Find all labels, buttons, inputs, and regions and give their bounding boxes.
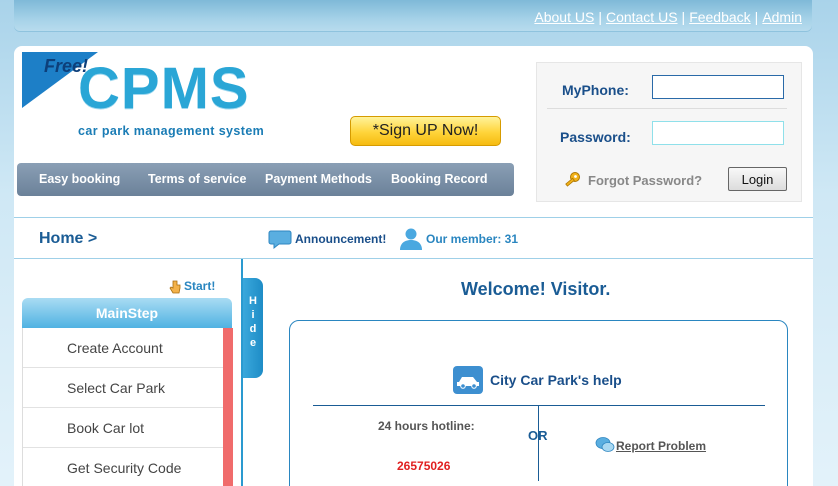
step-label: Get Security Code [67,460,182,476]
step-label: Create Account [67,340,163,356]
help-vertical-divider [538,405,539,481]
login-button[interactable]: Login [728,167,787,191]
member-count: Our member: 31 [426,232,519,246]
help-box: City Car Park's help 24 hours hotline: 2… [289,320,788,486]
login-divider [547,108,787,109]
hand-pointer-icon [169,280,181,294]
hide-letter: d [249,323,257,335]
logo[interactable]: Free! CPMS car park management system [22,52,292,152]
about-us-link[interactable]: About US [534,9,594,25]
nav-easy-booking[interactable]: Easy booking [39,172,120,186]
password-input[interactable] [652,121,784,145]
hide-sidebar-tab[interactable]: H i d e [243,278,263,378]
welcome-heading: Welcome! Visitor. [461,279,611,299]
hide-letter: e [249,337,257,349]
nav-payment-methods[interactable]: Payment Methods [265,172,372,186]
step-get-security-code[interactable]: Get Security Code [23,448,233,486]
hide-letter: i [251,309,255,321]
hide-letter: H [249,295,257,307]
or-label: OR [528,428,548,443]
main-panel: Free! CPMS car park management system *S… [14,46,813,486]
breadcrumb-home[interactable]: Home > [39,230,97,248]
forgot-password-link[interactable]: Forgot Password? [588,173,702,188]
phone-input[interactable] [652,75,784,99]
nav-booking-record[interactable]: Booking Record [391,172,488,186]
step-marker [223,368,233,408]
logo-name: CPMS [78,56,250,121]
main-nav: Easy booking Terms of service Payment Me… [17,163,514,196]
separator: | [754,9,759,25]
help-title: City Car Park's help [490,372,622,388]
top-bar: About US | Contact US | Feedback | Admin [14,0,812,32]
step-label: Select Car Park [67,380,166,396]
start-link[interactable]: Start! [184,279,215,293]
step-marker [223,408,233,448]
top-links: About US | Contact US | Feedback | Admin [534,9,802,25]
chat-bubbles-icon [595,437,615,452]
contact-us-link[interactable]: Contact US [606,9,678,25]
separator: | [598,9,602,25]
separator: | [681,9,686,25]
feedback-link[interactable]: Feedback [689,9,750,25]
password-label: Password: [560,129,631,145]
user-icon [400,228,422,250]
announcement-link[interactable]: Announcement! [295,232,386,246]
car-icon [453,366,483,394]
phone-label: MyPhone: [562,82,629,98]
speech-bubble-icon [268,230,292,250]
step-select-car-park[interactable]: Select Car Park [23,368,233,408]
step-create-account[interactable]: Create Account [23,328,233,368]
admin-link[interactable]: Admin [762,9,802,25]
hotline-label: 24 hours hotline: [378,419,475,433]
mainstep-header: MainStep [22,298,232,328]
signup-button[interactable]: *Sign UP Now! [350,116,501,146]
logo-tagline: car park management system [78,124,265,138]
help-divider [313,405,765,406]
login-box: MyPhone: Password: Forgot Password? Logi… [536,62,802,202]
report-problem-link[interactable]: Report Problem [616,439,706,453]
step-marker [223,328,233,368]
nav-terms-of-service[interactable]: Terms of service [148,172,246,186]
step-book-car-lot[interactable]: Book Car lot [23,408,233,448]
hotline-number: 26575026 [397,459,451,473]
step-marker [223,448,233,486]
breadcrumb-bar: Home > Announcement! Our member: 31 [14,217,813,259]
key-icon [565,172,580,187]
step-label: Book Car lot [67,420,145,436]
step-list: Create Account Select Car Park Book Car … [22,328,233,486]
